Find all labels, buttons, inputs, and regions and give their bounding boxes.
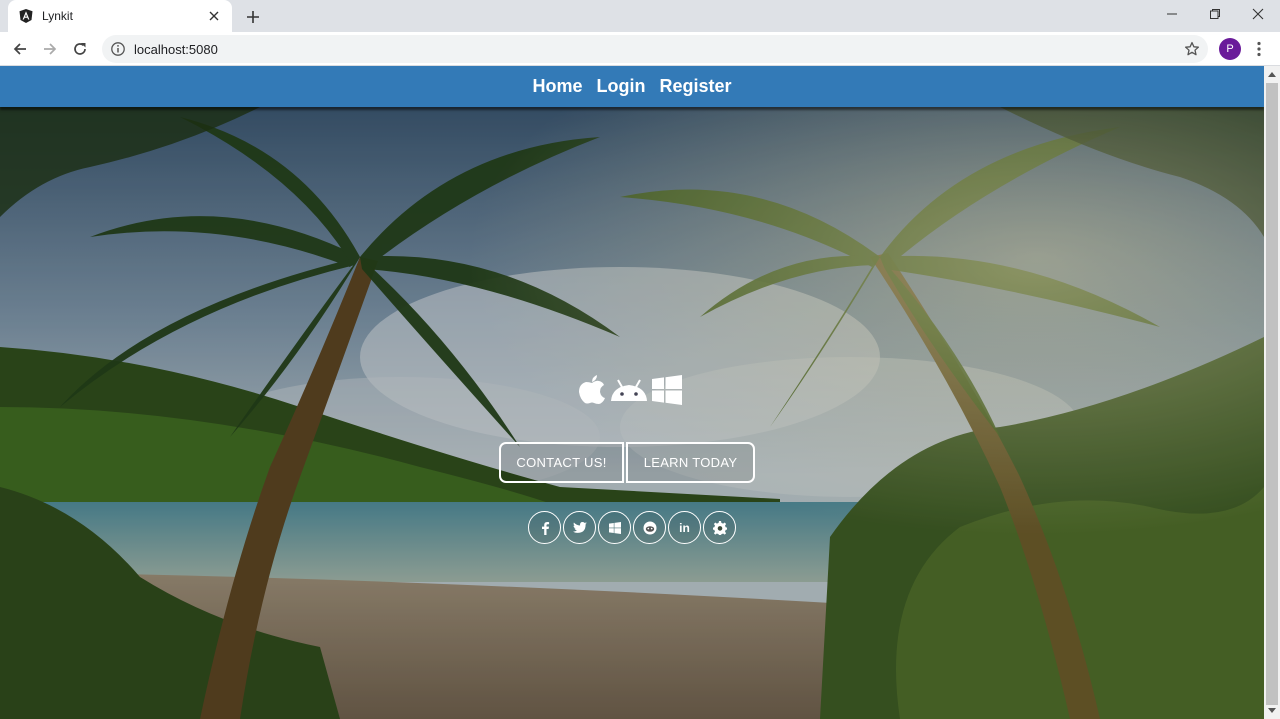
windows-logo-icon[interactable] — [598, 511, 631, 544]
bookmark-star-icon[interactable] — [1184, 41, 1200, 57]
minimize-icon[interactable] — [1152, 0, 1192, 28]
scroll-up-arrow-icon[interactable] — [1264, 66, 1280, 82]
nav-register-link[interactable]: Register — [659, 76, 731, 97]
reload-icon[interactable] — [69, 38, 91, 60]
linkedin-icon[interactable]: in — [668, 511, 701, 544]
reddit-icon[interactable] — [633, 511, 666, 544]
browser-tab[interactable]: Lynkit — [8, 0, 232, 32]
hero-dark-overlay — [0, 107, 1264, 719]
tab-title: Lynkit — [42, 9, 73, 23]
gear-icon[interactable] — [703, 511, 736, 544]
browser-tabstrip: Lynkit — [0, 0, 1280, 32]
learn-today-button[interactable]: LEARN TODAY — [626, 442, 755, 483]
angular-favicon-icon — [18, 8, 34, 24]
browser-toolbar: localhost:5080 P — [0, 32, 1280, 66]
apple-icon — [578, 375, 606, 405]
nav-login-link[interactable]: Login — [597, 76, 646, 97]
top-navbar: Home Login Register — [0, 66, 1264, 107]
hero-section: CONTACT US! LEARN TODAY in — [0, 107, 1264, 719]
address-bar[interactable]: localhost:5080 — [102, 35, 1208, 63]
contact-us-button[interactable]: CONTACT US! — [499, 442, 624, 483]
back-arrow-icon[interactable] — [9, 38, 31, 60]
windows-icon — [652, 375, 682, 405]
site-info-icon[interactable] — [110, 41, 126, 57]
close-window-icon[interactable] — [1238, 0, 1278, 28]
tab-close-icon[interactable] — [206, 8, 222, 24]
page-viewport: Home Login Register CONTACT US! LEARN TO… — [0, 66, 1264, 719]
social-icons-row: in — [528, 511, 736, 544]
scrollbar-thumb[interactable] — [1266, 83, 1278, 705]
facebook-icon[interactable] — [528, 511, 561, 544]
url-text: localhost:5080 — [134, 41, 218, 57]
browser-menu-icon[interactable] — [1252, 38, 1266, 60]
twitter-icon[interactable] — [563, 511, 596, 544]
restore-icon[interactable] — [1195, 0, 1235, 28]
new-tab-icon[interactable] — [244, 8, 262, 26]
scroll-down-arrow-icon[interactable] — [1264, 703, 1280, 719]
page-scrollbar[interactable] — [1264, 66, 1280, 719]
android-icon — [610, 377, 648, 403]
nav-home-link[interactable]: Home — [532, 76, 582, 97]
platform-icons — [576, 374, 684, 406]
profile-avatar[interactable]: P — [1219, 38, 1241, 60]
forward-arrow-icon[interactable] — [39, 38, 61, 60]
